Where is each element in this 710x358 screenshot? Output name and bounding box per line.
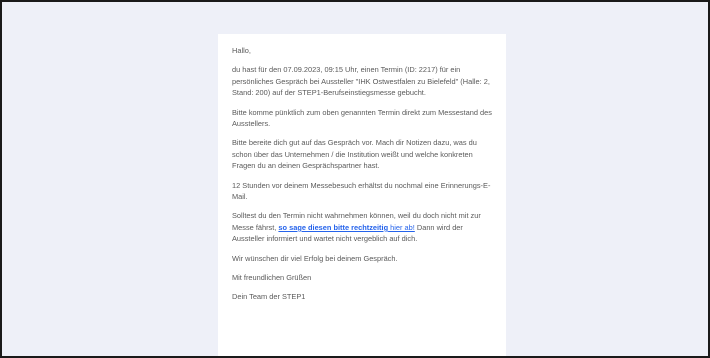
email-viewport: Hallo, du hast für den 07.09.2023, 09:15…	[0, 0, 710, 358]
email-signature: Dein Team der STEP1	[232, 291, 306, 301]
email-appointment-details: du hast für den 07.09.2023, 09:15 Uhr, e…	[232, 65, 490, 98]
email-cancellation-note: Solltest du den Termin nicht wahrnehmen …	[232, 210, 492, 244]
email-preparation-note: Bitte bereite dich gut auf das Gespräch …	[232, 138, 477, 171]
email-closing: Mit freundlichen Grüßen	[232, 273, 312, 283]
email-reminder-note: 12 Stunden vor deinem Messebesuch erhält…	[232, 180, 491, 202]
email-greeting: Hallo,	[232, 46, 251, 55]
cancel-appointment-link[interactable]: so sage diesen bitte rechtzeitig	[278, 223, 388, 232]
cancel-appointment-link-tail[interactable]: hier ab!	[388, 223, 415, 232]
email-punctuality-note: Bitte komme pünktlich zum oben genannten…	[232, 107, 492, 129]
email-body-card: Hallo, du hast für den 07.09.2023, 09:15…	[218, 34, 506, 356]
email-good-luck: Wir wünschen dir viel Erfolg bei deinem …	[232, 253, 398, 263]
